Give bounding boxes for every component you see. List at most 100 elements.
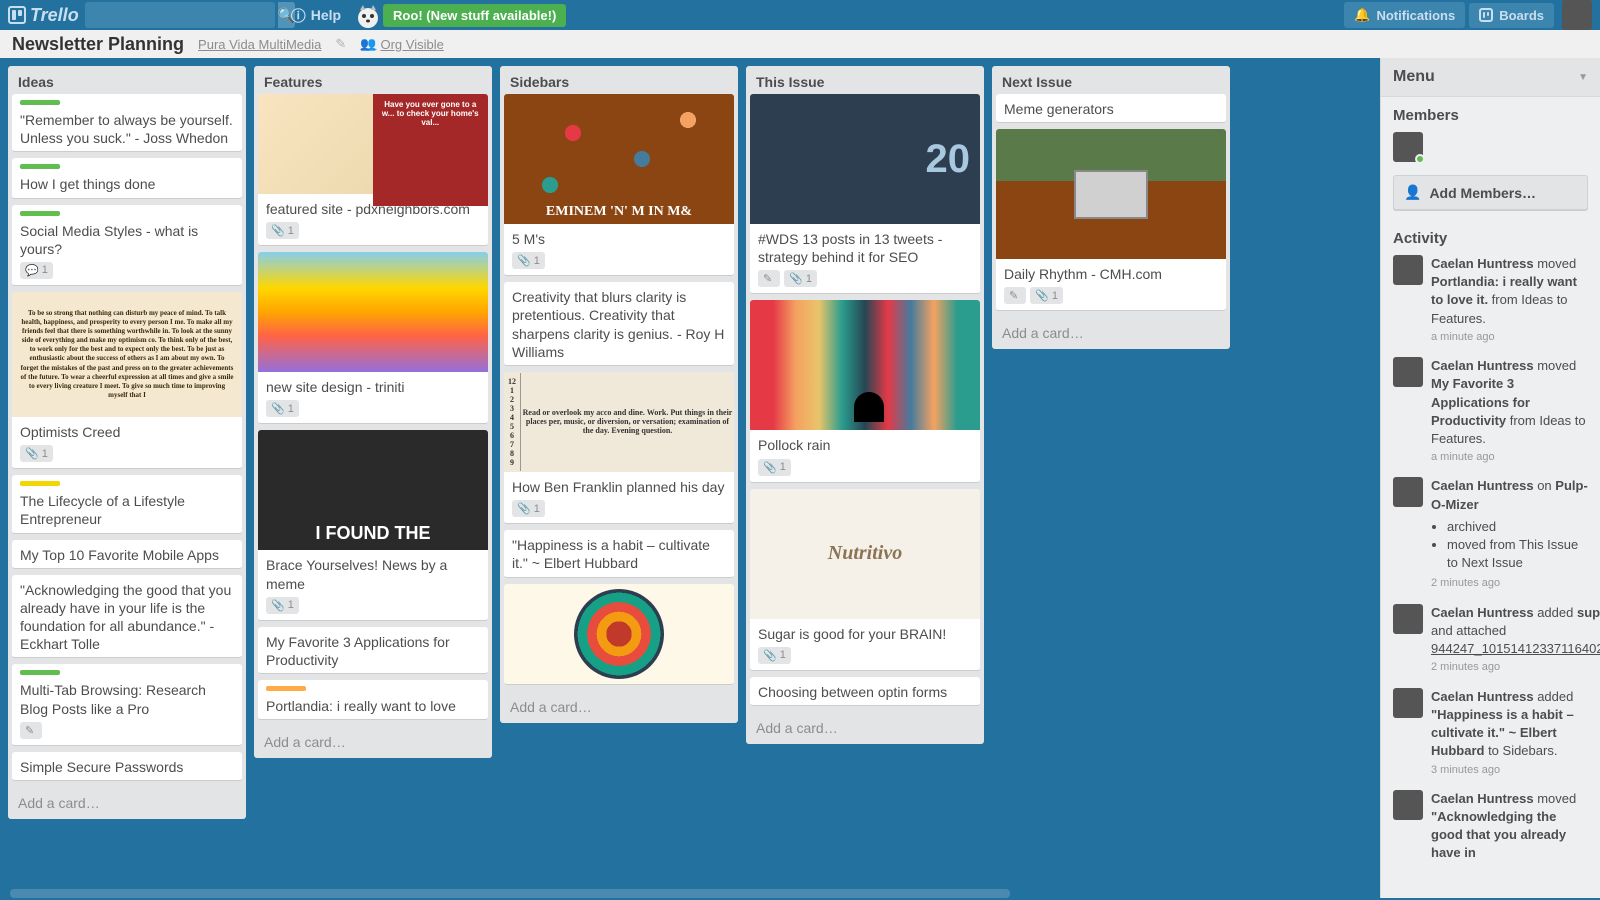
card[interactable]: My Favorite 3 Applications for Productiv… bbox=[258, 627, 488, 674]
activity-avatar[interactable] bbox=[1393, 604, 1423, 634]
list-title[interactable]: This Issue bbox=[746, 66, 984, 94]
paperclip-icon: 📎 bbox=[517, 502, 531, 515]
visibility-button[interactable]: 👥 Org Visible bbox=[360, 36, 444, 52]
card-cover-image: EMINEM 'N' M IN M& bbox=[504, 94, 734, 224]
card[interactable]: Multi-Tab Browsing: Research Blog Posts … bbox=[12, 664, 242, 745]
attachments-badge: 📎1 bbox=[20, 445, 53, 462]
comments-badge: 💬1 bbox=[20, 262, 53, 279]
card[interactable]: Creativity that blurs clarity is pretent… bbox=[504, 282, 734, 366]
card[interactable]: Social Media Styles - what is yours?💬1 bbox=[12, 205, 242, 286]
horizontal-scrollbar[interactable] bbox=[10, 889, 1010, 898]
card[interactable]: new site design - triniti📎1 bbox=[258, 252, 488, 424]
card-badges: 📎1 bbox=[750, 459, 980, 482]
activity-avatar[interactable] bbox=[1393, 255, 1423, 285]
add-card-button[interactable]: Add a card… bbox=[254, 726, 492, 758]
paperclip-icon: 📎 bbox=[271, 402, 285, 415]
notifications-button[interactable]: 🔔 Notifications bbox=[1344, 2, 1465, 28]
card[interactable]: Pollock rain📎1 bbox=[750, 300, 980, 482]
paperclip-icon: 📎 bbox=[25, 447, 39, 460]
roo-new-stuff-button[interactable]: Roo! (New stuff available!) bbox=[383, 4, 566, 27]
activity-item: Caelan Huntress moved Portlandia: i real… bbox=[1393, 255, 1588, 345]
activity-timestamp: 3 minutes ago bbox=[1431, 763, 1588, 778]
org-link[interactable]: Pura Vida MultiMedia bbox=[198, 37, 321, 52]
card[interactable]: "Happiness is a habit – cultivate it." ~… bbox=[504, 530, 734, 577]
edit-badge: ✎ bbox=[1004, 287, 1026, 304]
card[interactable]: "Remember to always be yourself. Unless … bbox=[12, 94, 242, 152]
card[interactable]: Daily Rhythm - CMH.com✎📎1 bbox=[996, 129, 1226, 311]
pencil-icon: ✎ bbox=[763, 272, 772, 285]
help-button[interactable]: ⓘ Help bbox=[283, 1, 349, 30]
card-cover-image: To be so strong that nothing can disturb… bbox=[12, 292, 242, 417]
card-badges: 💬1 bbox=[12, 262, 242, 285]
card[interactable]: I FOUND THEBrace Yourselves! News by a m… bbox=[258, 430, 488, 620]
activity-text: Caelan Huntress added "Happiness is a ha… bbox=[1431, 688, 1588, 778]
attachments-badge: 📎1 bbox=[784, 270, 817, 287]
search-input[interactable] bbox=[85, 8, 278, 23]
taco-mascot-icon bbox=[353, 0, 383, 30]
card[interactable]: Choosing between optin forms bbox=[750, 677, 980, 706]
list-cards: EMINEM 'N' M IN M&5 M's📎1Creativity that… bbox=[500, 94, 738, 691]
attachments-badge: 📎1 bbox=[266, 597, 299, 614]
card-title: "Remember to always be yourself. Unless … bbox=[12, 105, 242, 151]
activity-text: Caelan Huntress moved "Acknowledging the… bbox=[1431, 790, 1588, 863]
add-card-button[interactable]: Add a card… bbox=[992, 317, 1230, 349]
activity-avatar[interactable] bbox=[1393, 790, 1423, 820]
activity-avatar[interactable] bbox=[1393, 477, 1423, 507]
list-title[interactable]: Sidebars bbox=[500, 66, 738, 94]
card[interactable]: The Lifecycle of a Lifestyle Entrepreneu… bbox=[12, 475, 242, 533]
menu-header[interactable]: Menu ▼ bbox=[1381, 58, 1600, 97]
board-title[interactable]: Newsletter Planning bbox=[12, 34, 184, 55]
card[interactable]: How I get things done bbox=[12, 158, 242, 198]
card[interactable]: Meme generators bbox=[996, 94, 1226, 123]
boards-button[interactable]: Boards bbox=[1469, 3, 1554, 28]
card-cover-image bbox=[504, 584, 734, 684]
board-sidebar: Menu ▼ Members 👤 Add Members… Activity C… bbox=[1380, 58, 1600, 898]
add-card-button[interactable]: Add a card… bbox=[8, 787, 246, 819]
list-title[interactable]: Features bbox=[254, 66, 492, 94]
card[interactable]: NutritivoSugar is good for your BRAIN!📎1 bbox=[750, 489, 980, 671]
card-title: Brace Yourselves! News by a meme bbox=[258, 550, 488, 596]
paperclip-icon: 📎 bbox=[1035, 289, 1049, 302]
card[interactable] bbox=[504, 584, 734, 685]
trello-logo[interactable]: Trello bbox=[8, 5, 79, 26]
card[interactable]: 20#WDS 13 posts in 13 tweets - strategy … bbox=[750, 94, 980, 294]
card[interactable]: EMINEM 'N' M IN M&5 M's📎1 bbox=[504, 94, 734, 276]
bell-icon: 🔔 bbox=[1354, 7, 1370, 23]
user-avatar[interactable] bbox=[1562, 0, 1592, 30]
card[interactable]: Portlandia: i really want to love bbox=[258, 680, 488, 720]
list-title[interactable]: Ideas bbox=[8, 66, 246, 94]
list: This Issue20#WDS 13 posts in 13 tweets -… bbox=[746, 66, 984, 744]
online-status-icon bbox=[1415, 154, 1425, 164]
activity-timestamp: 2 minutes ago bbox=[1431, 660, 1600, 675]
card[interactable]: featured site - pdxneighbors.com📎1 bbox=[258, 94, 488, 246]
add-card-button[interactable]: Add a card… bbox=[500, 691, 738, 723]
activity-timestamp: a minute ago bbox=[1431, 450, 1588, 465]
card-title: Portlandia: i really want to love bbox=[258, 691, 488, 719]
card-cover-image bbox=[996, 129, 1226, 259]
activity-avatar[interactable] bbox=[1393, 688, 1423, 718]
card-cover-image: Read or overlook my acco and dine. Work.… bbox=[504, 372, 734, 472]
activity-avatar[interactable] bbox=[1393, 357, 1423, 387]
card-title: Sugar is good for your BRAIN! bbox=[750, 619, 980, 647]
member-avatar[interactable] bbox=[1393, 132, 1423, 162]
members-section: Members bbox=[1381, 97, 1600, 175]
card[interactable]: To be so strong that nothing can disturb… bbox=[12, 292, 242, 469]
list-title[interactable]: Next Issue bbox=[992, 66, 1230, 94]
edit-board-button[interactable]: ✎ bbox=[335, 36, 346, 52]
board-icon bbox=[8, 6, 26, 24]
card-badges: ✎📎1 bbox=[996, 287, 1226, 310]
card[interactable]: Simple Secure Passwords bbox=[12, 752, 242, 781]
add-members-button[interactable]: 👤 Add Members… bbox=[1393, 175, 1588, 210]
activity-timestamp: 2 minutes ago bbox=[1431, 576, 1588, 591]
card-title: How I get things done bbox=[12, 169, 242, 197]
card[interactable]: "Acknowledging the good that you already… bbox=[12, 575, 242, 659]
card[interactable]: My Top 10 Favorite Mobile Apps bbox=[12, 540, 242, 569]
card-title: Pollock rain bbox=[750, 430, 980, 458]
card-cover-image bbox=[750, 300, 980, 430]
pencil-icon: ✎ bbox=[25, 724, 34, 737]
card-badges: 📎1 bbox=[258, 222, 488, 245]
card[interactable]: Read or overlook my acco and dine. Work.… bbox=[504, 372, 734, 524]
card-title: My Favorite 3 Applications for Productiv… bbox=[258, 627, 488, 673]
add-card-button[interactable]: Add a card… bbox=[746, 712, 984, 744]
list-cards: 20#WDS 13 posts in 13 tweets - strategy … bbox=[746, 94, 984, 712]
